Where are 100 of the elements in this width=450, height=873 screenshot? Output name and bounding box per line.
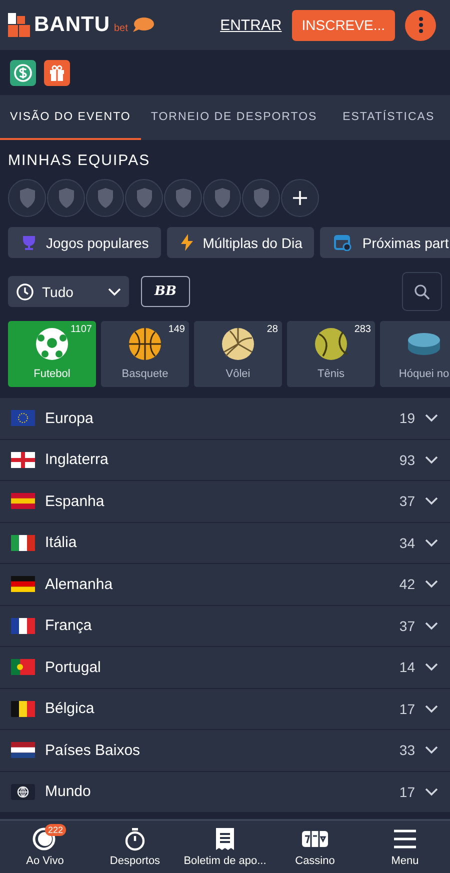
region-name: Europa — [45, 410, 94, 427]
event-count: 34 — [399, 534, 415, 551]
flag-icon — [11, 742, 35, 758]
region-name: Países Baixos — [45, 742, 142, 759]
shield-icon — [252, 188, 270, 208]
plus-icon — [293, 191, 307, 205]
sport-card[interactable]: Hóquei no — [380, 321, 450, 387]
search-button[interactable] — [402, 272, 442, 311]
chevron-down-icon — [425, 704, 438, 713]
event-count: 37 — [399, 493, 415, 510]
gift-button[interactable] — [44, 60, 70, 86]
event-count: 37 — [399, 618, 415, 634]
brand-name: BANTU — [34, 13, 110, 37]
region-row[interactable]: Espanha 37 — [0, 481, 450, 522]
region-name: Alemanha — [45, 576, 114, 593]
chevron-down-icon — [425, 414, 438, 422]
sport-card[interactable]: 283 Tênis — [287, 321, 375, 387]
soccer-ball-icon — [34, 326, 70, 362]
event-count: 149 — [168, 324, 185, 335]
event-count: 1107 — [70, 324, 92, 335]
volleyball-icon — [220, 326, 256, 362]
chevron-down-icon — [425, 622, 438, 630]
shield-icon — [174, 188, 192, 208]
nav-item[interactable]: Cassino — [270, 821, 360, 873]
shield-icon — [96, 188, 114, 208]
region-row[interactable]: Itália 34 — [0, 522, 450, 564]
shield-icon — [18, 188, 36, 208]
category-chip[interactable]: Próximas part — [320, 227, 450, 258]
team-slot[interactable] — [203, 179, 241, 217]
lightning-icon — [180, 234, 193, 251]
region-row[interactable]: Portugal 14 — [0, 647, 450, 688]
event-count: 42 — [399, 576, 415, 592]
tab[interactable]: VISÃO DO EVENTO — [0, 95, 141, 140]
region-name: França — [45, 617, 93, 634]
search-icon — [414, 284, 430, 300]
region-row[interactable]: Europa 19 — [0, 398, 450, 440]
logo-icon — [8, 13, 30, 37]
team-slot[interactable] — [86, 179, 124, 217]
shield-icon — [214, 188, 230, 208]
tab[interactable]: TORNEIO DE DESPORTOS — [140, 95, 328, 140]
category-chip[interactable]: Múltiplas do Dia — [166, 227, 314, 258]
sport-card[interactable]: 28 Vôlei — [194, 321, 282, 387]
region-name: Portugal — [45, 658, 102, 676]
dollar-button[interactable] — [10, 60, 36, 86]
flag-icon — [11, 659, 35, 676]
flag-icon — [11, 410, 35, 426]
chevron-down-icon — [425, 663, 438, 672]
bet-builder-button[interactable]: BB — [141, 276, 190, 307]
region-row[interactable]: Bélgica 17 — [0, 688, 450, 730]
region-row[interactable]: Alemanha 42 — [0, 564, 450, 606]
team-slot[interactable] — [47, 179, 85, 217]
chevron-down-icon — [425, 538, 438, 547]
shield-icon — [136, 188, 152, 208]
event-count: 19 — [399, 410, 415, 426]
basketball-icon — [127, 326, 163, 362]
event-count: 93 — [399, 452, 415, 468]
event-count: 17 — [399, 700, 415, 717]
region-name: Mundo — [45, 783, 92, 800]
shield-icon — [58, 188, 74, 208]
chevron-down-icon — [425, 456, 438, 464]
region-name: Itália — [45, 534, 78, 552]
event-count: 283 — [354, 324, 371, 335]
category-chip[interactable]: Jogos populares — [8, 227, 161, 258]
flag-icon — [11, 618, 35, 634]
trophy-icon — [22, 234, 36, 250]
gift-icon — [49, 64, 65, 80]
region-row[interactable]: Países Baixos 33 — [0, 730, 450, 772]
nav-item[interactable]: Desportos — [90, 821, 180, 873]
count-badge: 222 — [45, 824, 66, 836]
region-row[interactable]: Mundo 17 — [0, 772, 450, 813]
chevron-down-icon — [425, 788, 438, 796]
more-button[interactable] — [405, 10, 436, 40]
sport-card[interactable]: 1107 Futebol — [8, 321, 96, 387]
team-slot[interactable] — [125, 179, 163, 217]
event-count: 17 — [399, 784, 415, 800]
flag-icon — [11, 700, 35, 717]
team-slot[interactable] — [8, 179, 46, 217]
more-vertical-icon — [418, 17, 422, 33]
tennis-ball-icon — [313, 326, 349, 362]
dollar-icon — [14, 64, 32, 82]
region-row[interactable]: França 37 — [0, 606, 450, 647]
region-row[interactable]: Inglaterra 93 — [0, 440, 450, 481]
clock-icon — [16, 282, 34, 300]
nav-item[interactable]: Menu — [360, 821, 450, 873]
team-slot[interactable] — [164, 179, 202, 217]
nav-item[interactable]: 222 Ao Vivo — [0, 821, 90, 873]
globe-icon — [11, 784, 35, 800]
chevron-down-icon — [425, 746, 438, 754]
login-link[interactable]: ENTRAR — [220, 16, 282, 34]
region-name: Espanha — [45, 492, 106, 510]
chevron-down-icon — [425, 497, 438, 506]
event-count: 14 — [399, 659, 415, 676]
add-team-button[interactable] — [281, 179, 319, 217]
tab[interactable]: ESTATÍSTICAS — [327, 95, 450, 140]
sport-card[interactable]: 149 Basquete — [101, 321, 189, 387]
event-count: 33 — [399, 742, 415, 758]
region-name: Inglaterra — [45, 451, 110, 468]
nav-item[interactable]: Boletim de apo... — [180, 821, 270, 873]
calendar-icon — [334, 234, 352, 251]
period-select[interactable]: Tudo — [8, 276, 129, 307]
